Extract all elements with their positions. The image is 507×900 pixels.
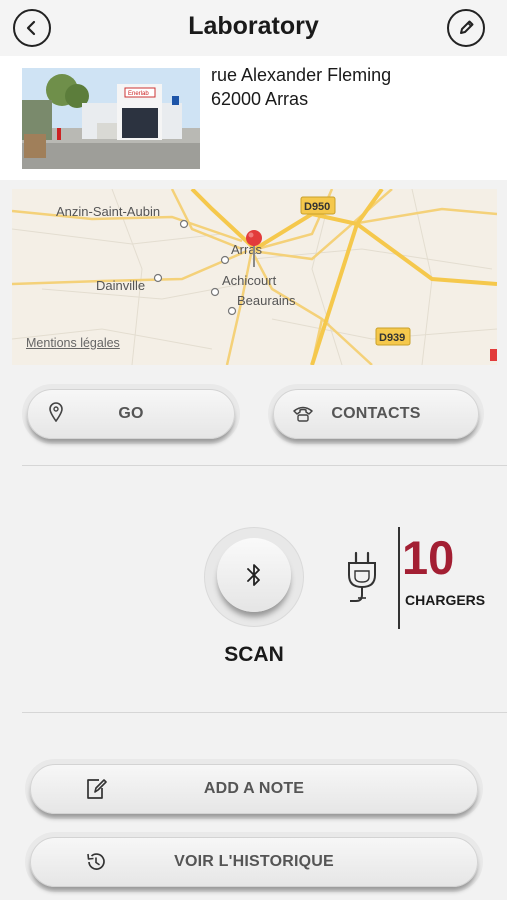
svg-text:Enerlab: Enerlab: [128, 91, 149, 97]
edit-button[interactable]: [447, 9, 485, 47]
chargers-count: 10: [402, 531, 455, 584]
scan-button-ring: [204, 527, 304, 627]
pencil-icon: [460, 20, 474, 34]
add-note-label: ADD A NOTE: [203, 780, 305, 797]
site-address: rue Alexander Fleming 62000 Arras: [211, 63, 391, 111]
add-note-button[interactable]: ADD A NOTE: [30, 764, 478, 814]
divider: [22, 712, 507, 713]
map-label: Achicourt: [222, 273, 277, 288]
bluetooth-icon: [247, 564, 260, 586]
address-city: 62000 Arras: [211, 89, 309, 109]
road-label: D939: [379, 332, 405, 344]
site-info: Enerlab rue Alexander Fleming 62000 Arra…: [0, 56, 507, 180]
chargers-label: CHARGERS: [405, 592, 486, 608]
map-label: Beaurains: [237, 293, 296, 308]
divider: [22, 465, 507, 466]
site-photo: Enerlab: [22, 68, 200, 169]
map-legal-link[interactable]: Mentions légales: [26, 336, 120, 350]
chargers-divider: [398, 527, 400, 629]
history-label: VOIR L'HISTORIQUE: [174, 853, 334, 870]
map-label: Anzin-Saint-Aubin: [56, 204, 160, 219]
app-header: Laboratory: [0, 0, 507, 56]
contacts-label: CONTACTS: [331, 405, 421, 422]
contacts-button[interactable]: CONTACTS: [273, 389, 479, 439]
go-label: GO: [118, 405, 144, 422]
go-button[interactable]: GO: [27, 389, 235, 439]
page-title: Laboratory: [188, 12, 319, 40]
road-label: D950: [304, 201, 330, 213]
location-map[interactable]: Anzin-Saint-Aubin Arras Dainville Achico…: [12, 189, 497, 365]
scan-label: SCAN: [224, 643, 284, 666]
address-street: rue Alexander Fleming: [211, 65, 392, 85]
history-button[interactable]: VOIR L'HISTORIQUE: [30, 837, 478, 887]
scan-button[interactable]: [217, 538, 291, 612]
plug-icon: [348, 551, 376, 602]
map-label: Dainville: [96, 278, 145, 293]
